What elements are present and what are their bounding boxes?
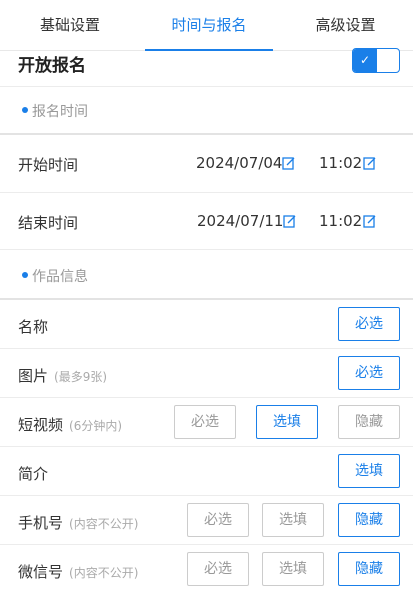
field-intro-label: 简介 [18, 465, 49, 483]
tab-advanced-settings[interactable]: 高级设置 [278, 0, 413, 51]
field-wechat-label: 微信号 (内容不公开) [18, 563, 139, 581]
start-time-value[interactable]: 11:02 [319, 154, 362, 172]
end-date-value[interactable]: 2024/07/11 [197, 212, 283, 230]
intro-optional-button[interactable]: 选填 [338, 454, 400, 488]
field-name-label: 名称 [18, 318, 49, 336]
field-phone-label: 手机号 (内容不公开) [18, 514, 139, 532]
divider [0, 348, 413, 349]
section-work-info: 作品信息 [22, 266, 88, 286]
phone-hidden-button[interactable]: 隐藏 [338, 503, 400, 537]
field-phone-hint: (内容不公开) [69, 517, 139, 531]
bullet-dot-icon [22, 272, 28, 278]
divider [0, 446, 413, 447]
field-image-hint: (最多9张) [54, 370, 108, 384]
field-video-label: 短视频 (6分钟内) [18, 416, 123, 434]
phone-optional-button[interactable]: 选填 [262, 503, 324, 537]
divider [0, 86, 413, 87]
divider [0, 298, 413, 300]
video-hidden-button[interactable]: 隐藏 [338, 405, 400, 439]
divider [0, 544, 413, 545]
tab-time-signup[interactable]: 时间与报名 [145, 0, 273, 51]
video-required-button[interactable]: 必选 [174, 405, 236, 439]
phone-required-button[interactable]: 必选 [187, 503, 249, 537]
divider [0, 192, 413, 193]
wechat-required-button[interactable]: 必选 [187, 552, 249, 586]
edit-icon[interactable] [363, 156, 377, 170]
name-required-button[interactable]: 必选 [338, 307, 400, 341]
edit-icon[interactable] [363, 214, 377, 228]
image-required-button[interactable]: 必选 [338, 356, 400, 390]
bullet-dot-icon [22, 107, 28, 113]
open-signup-toggle[interactable]: ✓ [352, 48, 400, 73]
check-icon: ✓ [353, 49, 377, 72]
section-signup-time: 报名时间 [22, 101, 88, 121]
active-tab-indicator [145, 49, 273, 51]
video-optional-button[interactable]: 选填 [256, 405, 318, 439]
divider [0, 249, 413, 250]
end-time-value[interactable]: 11:02 [319, 212, 362, 230]
tab-basic-settings[interactable]: 基础设置 [0, 0, 140, 51]
divider [0, 397, 413, 398]
divider [0, 133, 413, 135]
edit-icon[interactable] [282, 156, 296, 170]
section-work-info-label: 作品信息 [32, 269, 88, 285]
end-time-label: 结束时间 [18, 214, 79, 232]
start-time-label: 开始时间 [18, 156, 79, 174]
tab-bar: 基础设置 时间与报名 高级设置 [0, 0, 413, 51]
open-signup-title: 开放报名 [18, 56, 86, 76]
wechat-optional-button[interactable]: 选填 [262, 552, 324, 586]
start-date-value[interactable]: 2024/07/04 [196, 154, 282, 172]
field-image-label: 图片 (最多9张) [18, 367, 108, 385]
divider [0, 495, 413, 496]
edit-icon[interactable] [283, 214, 297, 228]
field-wechat-hint: (内容不公开) [69, 566, 139, 580]
section-signup-time-label: 报名时间 [32, 104, 88, 120]
wechat-hidden-button[interactable]: 隐藏 [338, 552, 400, 586]
field-video-hint: (6分钟内) [69, 419, 123, 433]
